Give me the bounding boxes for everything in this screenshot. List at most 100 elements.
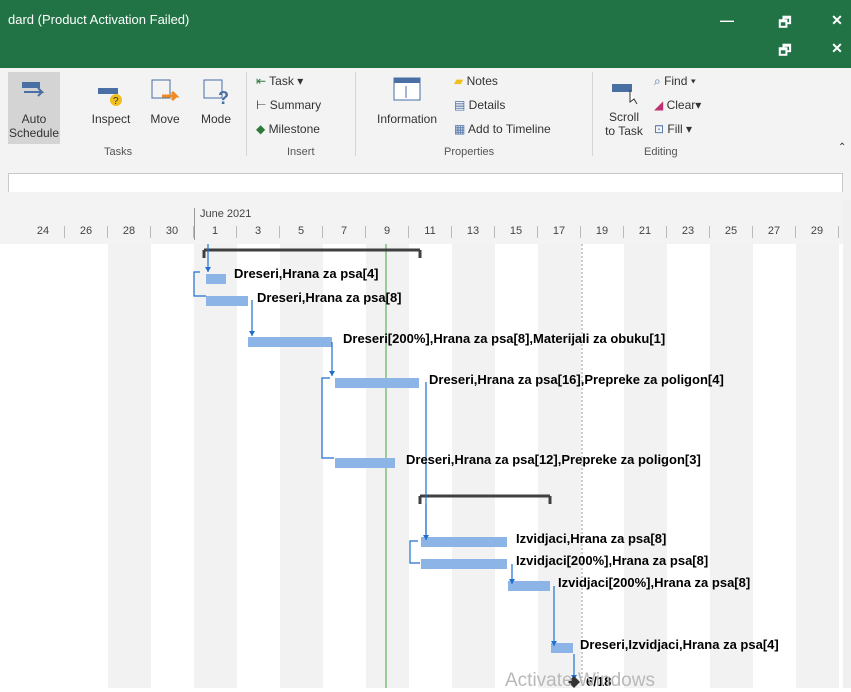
entry-field[interactable] <box>8 173 843 193</box>
task-resource-label: Dreseri,Hrana za psa[4] <box>234 266 379 281</box>
ribbon: Auto Schedule ? Inspect Move ? Mode Task… <box>0 68 851 161</box>
insert-summary-button[interactable]: ⊢ Summary <box>256 98 346 112</box>
timescale-divider <box>623 226 624 238</box>
task-resource-label: Dreseri,Hrana za psa[12],Prepreke za pol… <box>406 452 701 467</box>
timescale-day: 15 <box>509 225 523 237</box>
notes-button[interactable]: ▰ Notes <box>454 74 554 88</box>
task-resource-label: Izvidjaci[200%],Hrana za psa[8] <box>558 575 751 590</box>
timescale-divider <box>279 226 280 238</box>
add-to-timeline-label: Add to Timeline <box>468 122 551 136</box>
svg-text:?: ? <box>218 88 229 106</box>
collapse-ribbon-icon[interactable]: ⌃ <box>838 142 846 153</box>
timescale-divider <box>451 226 452 238</box>
task-bar <box>421 559 507 569</box>
inspect-label: Inspect <box>91 112 131 126</box>
timescale-day: 19 <box>595 225 609 237</box>
insert-summary-label: Summary <box>269 98 322 112</box>
dependency-link <box>409 540 420 564</box>
timescale-divider <box>64 226 65 238</box>
task-resource-label: Dreseri[200%],Hrana za psa[8],Materijali… <box>343 331 666 346</box>
insert-milestone-label: Milestone <box>268 122 320 136</box>
information-button[interactable]: Information <box>366 72 448 144</box>
timescale-day: 26 <box>79 225 93 237</box>
move-icon <box>151 79 180 102</box>
task-resource-label: Izvidjaci[200%],Hrana za psa[8] <box>516 553 709 568</box>
details-icon: ▤ <box>454 98 469 112</box>
timescale-divider <box>838 226 839 238</box>
task-bar <box>248 337 332 347</box>
mode-icon: ? <box>203 79 229 106</box>
timescale-divider <box>666 226 667 238</box>
insert-milestone-button[interactable]: ◆ Milestone <box>256 122 346 136</box>
timescale-divider <box>752 226 753 238</box>
timescale-divider <box>365 226 366 238</box>
auto-schedule-button[interactable]: Auto Schedule <box>8 72 60 144</box>
timescale-day: 30 <box>165 225 179 237</box>
timescale-divider <box>107 226 108 238</box>
milestone-icon: ◆ <box>256 122 269 136</box>
ribbon-separator <box>246 72 247 156</box>
fill-button[interactable]: ⊡ Fill ▾ <box>654 122 734 136</box>
month-divider <box>194 208 195 240</box>
minimize-button[interactable]: — <box>712 12 742 28</box>
auto-schedule-icon <box>22 82 45 97</box>
weekend-shading <box>280 244 323 688</box>
eraser-icon: ◢ <box>654 98 667 112</box>
information-label: Information <box>376 112 438 126</box>
title-bar: dard (Product Activation Failed) — 🗗 ✕ 🗗… <box>0 0 851 68</box>
find-button[interactable]: ⌕ Find ▾ <box>654 74 734 89</box>
clear-button[interactable]: ◢ Clear▾ <box>654 98 734 112</box>
move-button[interactable]: Move <box>140 72 190 144</box>
timescale-divider <box>709 226 710 238</box>
timescale-day: 9 <box>383 225 391 237</box>
editing-group-label: Editing <box>644 146 678 158</box>
auto-schedule-label: Auto Schedule <box>8 112 60 140</box>
dependency-link <box>321 377 334 459</box>
task-resource-label: Dreseri,Izvidjaci,Hrana za psa[4] <box>580 637 779 652</box>
inspect-button[interactable]: ? Inspect <box>86 72 136 144</box>
properties-group-label: Properties <box>444 146 495 158</box>
timescale-divider <box>537 226 538 238</box>
fill-icon: ⊡ <box>654 122 668 136</box>
timescale-day: 21 <box>638 225 652 237</box>
timescale-day: 29 <box>810 225 824 237</box>
task-resource-label: Dreseri,Hrana za psa[16],Prepreke za pol… <box>429 372 724 387</box>
timescale-divider <box>494 226 495 238</box>
timescale-divider <box>408 226 409 238</box>
weekend-shading <box>796 244 839 688</box>
timeline-icon: ▦ <box>454 122 469 136</box>
timescale-divider <box>795 226 796 238</box>
timescale-day: 5 <box>297 225 305 237</box>
details-label: Details <box>468 98 506 112</box>
clear-label: Clear <box>666 98 696 112</box>
insert-task-label: Task <box>269 74 294 88</box>
mode-button[interactable]: ? Mode <box>192 72 240 144</box>
ribbon-close-button[interactable]: ✕ <box>822 40 851 57</box>
insert-task-button[interactable]: ⇤ Task ▾ <box>256 74 344 88</box>
timescale-day: 28 <box>122 225 136 237</box>
insert-group-label: Insert <box>287 146 315 158</box>
add-to-timeline-button[interactable]: ▦ Add to Timeline <box>454 122 584 136</box>
timescale-month: June 2021 <box>200 208 252 220</box>
gantt-chart: Dreseri,Hrana za psa[4] Dreseri,Hrana za… <box>0 244 851 691</box>
restore-button[interactable]: 🗗 <box>770 12 800 36</box>
inspect-icon: ? <box>98 88 122 106</box>
activation-watermark: Activate Windows <box>505 670 655 691</box>
task-bar <box>206 296 248 306</box>
task-bar <box>206 274 226 284</box>
ribbon-separator <box>592 72 593 156</box>
information-icon <box>393 77 421 101</box>
weekend-shading <box>194 244 237 688</box>
ribbon-restore-button[interactable]: 🗗 <box>770 40 800 64</box>
task-bar <box>335 458 395 468</box>
task-bar <box>508 581 550 591</box>
timescale-divider <box>193 226 194 238</box>
timescale-day: 25 <box>724 225 738 237</box>
details-button[interactable]: ▤ Details <box>454 98 554 112</box>
mode-label: Mode <box>200 112 232 126</box>
vertical-scrollbar[interactable] <box>843 200 851 688</box>
scroll-to-task-button[interactable]: Scroll to Task <box>600 72 648 144</box>
link-arrowhead <box>249 331 255 336</box>
close-button[interactable]: ✕ <box>822 12 851 29</box>
notes-icon: ▰ <box>454 74 467 88</box>
